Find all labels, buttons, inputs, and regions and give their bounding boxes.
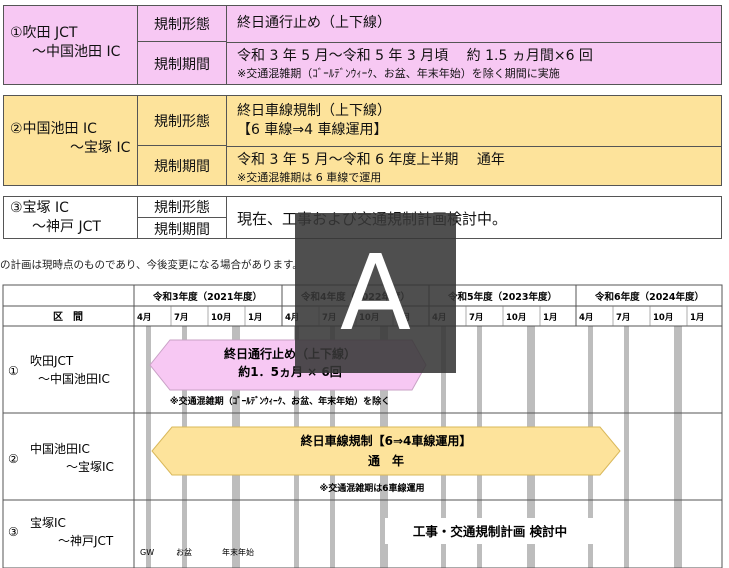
section-2-period-value: 令和 3 年 5 月～令和 6 年度上半期 通年: [237, 152, 505, 168]
year-label-3: 令和5年度（2023年度）: [447, 291, 557, 303]
month-label: 1月: [248, 313, 262, 323]
row-3-name2: ～神戸JCT: [58, 534, 114, 548]
month-label: 7月: [174, 313, 188, 323]
year-label-4: 令和6年度（2024年度）: [594, 291, 704, 303]
disclaimer-note: の計画は現時点のものであり、今後変更になる場合があります。: [0, 259, 303, 271]
section-2-type-value: 終日車線規制（上下線）: [237, 103, 391, 119]
month-label: 1月: [543, 313, 557, 323]
section-1-name-line2: ～中国池田 IC: [32, 44, 121, 60]
year-label-1: 令和3年度（2021年度）: [152, 291, 262, 303]
row-2-num: ②: [8, 452, 19, 466]
month-label: 10月: [211, 313, 231, 323]
section-2-name: ②中国池田 IC ～宝塚 IC: [4, 96, 138, 185]
bar-1-note: ※交通混雑期（ｺﾞｰﾙﾃﾞﾝｳｨｰｸ、お盆、年末年始）を除く: [170, 395, 390, 407]
bar-2-line1: 終日車線規制【6⇒4車線運用】: [301, 433, 472, 448]
section-1-period-note: ※交通混雑期（ｺﾞｰﾙﾃﾞﾝｳｨｰｸ、お盆、年末年始）を除く期間に実施: [237, 67, 560, 80]
month-label: 7月: [469, 313, 483, 323]
section-1-type-value: 終日通行止め（上下線）: [237, 15, 391, 31]
section-3-name: ③宝塚 IC ～神戸 JCT: [4, 197, 138, 238]
section-2-name-line1: ②中国池田 IC: [10, 121, 97, 137]
row-2-name1: 中国池田IC: [30, 441, 90, 456]
section-2-type-value2: 【6 車線⇒4 車線運用】: [237, 122, 388, 138]
month-label: 10月: [653, 313, 673, 323]
season-stripe: [674, 326, 682, 568]
section-1-period-value: 令和 3 年 5 月～令和 5 年 3 月頃 約 1.5 ヵ月間×6 回: [237, 48, 593, 64]
section-2-divider: [227, 146, 721, 147]
month-label: 1月: [690, 313, 704, 323]
bar-2-note: ※交通混雑期は6車線運用: [319, 482, 424, 494]
month-label: 10月: [506, 313, 526, 323]
row-1-name2: ～中国池田IC: [38, 371, 110, 386]
bar-2-line2: 通 年: [368, 453, 404, 468]
section-1-divider: [227, 42, 721, 43]
month-label: 4月: [137, 313, 151, 323]
row-3-num: ③: [8, 525, 19, 539]
season-stripe: [146, 326, 151, 568]
section-1-name: ①吹田 JCT ～中国池田 IC: [4, 6, 138, 84]
section-2-type: 終日車線規制（上下線） 【6 車線⇒4 車線運用】: [227, 99, 721, 143]
overlay-letter-a: A: [295, 213, 456, 373]
section-2-type-label: 規制形態: [138, 96, 227, 146]
section-header: 区 間: [53, 311, 83, 323]
section-2-period: 令和 3 年 5 月～令和 6 年度上半期 通年 ※交通混雑期は 6 車線で運用: [227, 148, 721, 188]
section-2-name-line2: ～宝塚 IC: [70, 140, 131, 156]
section-2-period-note: ※交通混雑期は 6 車線で運用: [237, 171, 382, 184]
section-3-name-line2: ～神戸 JCT: [32, 219, 101, 235]
legend-obon: お盆: [176, 547, 192, 557]
section-1-type-label: 規制形態: [138, 6, 227, 42]
section-1-period: 令和 3 年 5 月～令和 5 年 3 月頃 約 1.5 ヵ月間×6 回 ※交通…: [227, 44, 721, 84]
section-3-period-label: 規制期間: [138, 218, 227, 239]
section-2-period-label: 規制期間: [138, 146, 227, 186]
section-3-type-label: 規制形態: [138, 197, 227, 218]
row-1-name1: 吹田JCT: [30, 354, 74, 368]
row-2-name2: ～宝塚IC: [66, 460, 114, 474]
section-1-box: ①吹田 JCT ～中国池田 IC 規制形態 終日通行止め（上下線） 規制期間 令…: [3, 5, 722, 85]
month-label: 4月: [579, 313, 593, 323]
section-3-name-line1: ③宝塚 IC: [10, 200, 69, 216]
row-3-name1: 宝塚IC: [30, 516, 66, 530]
season-stripe: [624, 326, 629, 568]
row-1-num: ①: [8, 364, 19, 378]
section-2-box: ②中国池田 IC ～宝塚 IC 規制形態 終日車線規制（上下線） 【6 車線⇒4…: [3, 95, 722, 186]
legend-gw: GW: [140, 548, 154, 557]
legend-nenmatsu: 年末年始: [222, 547, 254, 557]
row-3-text: 工事・交通規制計画 検討中: [413, 524, 567, 539]
month-label: 7月: [616, 313, 630, 323]
section-1-period-label: 規制期間: [138, 42, 227, 85]
section-1-name-line1: ①吹田 JCT: [10, 25, 78, 41]
